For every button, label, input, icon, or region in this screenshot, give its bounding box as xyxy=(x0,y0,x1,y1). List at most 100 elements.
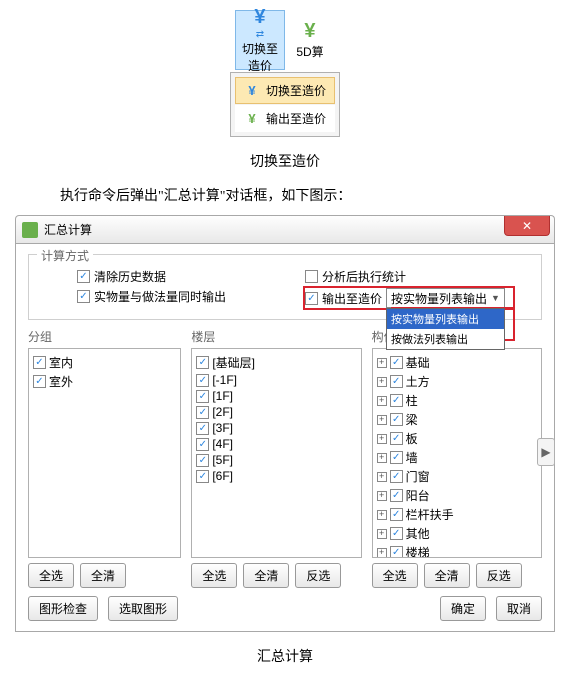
figure-caption: 汇总计算 xyxy=(0,646,570,666)
list-item[interactable]: + 栏杆扶手 xyxy=(377,505,537,524)
list-item[interactable]: [基础层] xyxy=(196,353,356,372)
item-label: [5F] xyxy=(212,453,233,467)
list-item[interactable]: +板 xyxy=(377,429,537,448)
item-checkbox[interactable] xyxy=(390,394,403,407)
item-checkbox[interactable] xyxy=(390,451,403,464)
list-item[interactable]: [6F] xyxy=(196,468,356,484)
item-checkbox[interactable] xyxy=(390,432,403,445)
group-list[interactable]: 室内室外 xyxy=(28,348,181,558)
close-button[interactable]: ✕ xyxy=(504,216,550,236)
next-page-arrow[interactable]: ▶ xyxy=(537,438,555,466)
invert-button[interactable]: 反选 xyxy=(295,563,341,588)
expand-icon[interactable]: + xyxy=(377,396,387,406)
item-checkbox[interactable] xyxy=(196,406,209,419)
select-all-button[interactable]: 全选 xyxy=(28,563,74,588)
select-all-button[interactable]: 全选 xyxy=(191,563,237,588)
list-item[interactable]: 室内 xyxy=(33,353,176,372)
group-legend: 计算方式 xyxy=(37,247,93,264)
dialog-titlebar[interactable]: 汇总计算 ✕ xyxy=(15,215,555,243)
component-list[interactable]: +基础+土方+柱+梁+板+墙+门窗+阳台+栏杆扶手+其他+楼梯+装饰 xyxy=(372,348,542,558)
floor-list[interactable]: [基础层][-1F][1F][2F][3F][4F] [5F] [6F] xyxy=(191,348,361,558)
item-label: 基础 xyxy=(406,354,430,371)
combo-value: 按实物量列表输出 xyxy=(391,290,487,307)
item-checkbox[interactable] xyxy=(390,413,403,426)
group-column-label: 分组 xyxy=(28,328,181,345)
item-checkbox[interactable] xyxy=(196,454,209,467)
item-checkbox[interactable] xyxy=(390,508,403,521)
list-item[interactable]: [2F] xyxy=(196,404,356,420)
summary-dialog: 汇总计算 ✕ 计算方式 清除历史数据 实物量与做法量同时输出 xyxy=(15,215,555,632)
expand-icon[interactable]: + xyxy=(377,548,387,558)
menu-export-to-cost[interactable]: ¥ 输出至造价 xyxy=(235,105,335,132)
item-checkbox[interactable] xyxy=(390,356,403,369)
graphics-check-button[interactable]: 图形检查 xyxy=(28,596,98,621)
expand-icon[interactable]: + xyxy=(377,491,387,501)
clear-all-button[interactable]: 全清 xyxy=(424,563,470,588)
expand-icon[interactable]: + xyxy=(377,415,387,425)
analyze-after-checkbox[interactable] xyxy=(305,270,318,283)
item-checkbox[interactable] xyxy=(196,438,209,451)
item-label: 栏杆扶手 xyxy=(406,506,454,523)
expand-icon[interactable]: + xyxy=(377,472,387,482)
expand-icon[interactable]: + xyxy=(377,510,387,520)
checkbox-label: 实物量与做法量同时输出 xyxy=(94,288,226,305)
list-item[interactable]: +楼梯 xyxy=(377,543,537,558)
expand-icon[interactable]: + xyxy=(377,453,387,463)
item-checkbox[interactable] xyxy=(196,422,209,435)
item-label: 室内 xyxy=(49,354,73,371)
output-mode-combo[interactable]: 按实物量列表输出 ▼ xyxy=(386,288,505,308)
item-checkbox[interactable] xyxy=(390,375,403,388)
expand-icon[interactable]: + xyxy=(377,377,387,387)
item-checkbox[interactable] xyxy=(33,356,46,369)
clear-all-button[interactable]: 全清 xyxy=(243,563,289,588)
cancel-button[interactable]: 取消 xyxy=(496,596,542,621)
item-checkbox[interactable] xyxy=(390,489,403,502)
list-item[interactable]: +土方 xyxy=(377,372,537,391)
list-item[interactable]: +阳台 xyxy=(377,486,537,505)
item-checkbox[interactable] xyxy=(33,375,46,388)
item-checkbox[interactable] xyxy=(196,470,209,483)
item-checkbox[interactable] xyxy=(196,356,209,369)
list-item[interactable]: +其他 xyxy=(377,524,537,543)
list-item[interactable]: [4F] xyxy=(196,436,356,452)
dialog-icon xyxy=(22,222,38,238)
five-d-label: 5D算 xyxy=(296,43,323,60)
list-item[interactable]: +梁 xyxy=(377,410,537,429)
floor-column-label: 楼层 xyxy=(191,328,361,345)
item-checkbox[interactable] xyxy=(196,374,209,387)
item-checkbox[interactable] xyxy=(196,390,209,403)
item-checkbox[interactable] xyxy=(390,470,403,483)
item-label: [6F] xyxy=(212,469,233,483)
ok-button[interactable]: 确定 xyxy=(440,596,486,621)
five-d-button[interactable]: ¥ 5D算 xyxy=(285,10,335,70)
expand-icon[interactable]: + xyxy=(377,529,387,539)
clear-all-button[interactable]: 全清 xyxy=(80,563,126,588)
switch-to-cost-button[interactable]: ¥ ⇄ 切换至造价 xyxy=(235,10,285,70)
item-label: [2F] xyxy=(212,405,233,419)
ribbon-toolbar: ¥ ⇄ 切换至造价 ¥ 5D算 ¥ 切换至造价 ¥ 输出至造价 xyxy=(0,10,570,137)
expand-icon[interactable]: + xyxy=(377,358,387,368)
list-item[interactable]: [3F] xyxy=(196,420,356,436)
list-item[interactable]: [5F] xyxy=(196,452,356,468)
list-item[interactable]: +柱 xyxy=(377,391,537,410)
export-to-cost-checkbox[interactable] xyxy=(305,292,318,305)
item-checkbox[interactable] xyxy=(390,546,403,558)
list-item[interactable]: +门窗 xyxy=(377,467,537,486)
list-item[interactable]: 室外 xyxy=(33,372,176,391)
select-graphics-button[interactable]: 选取图形 xyxy=(108,596,178,621)
select-all-button[interactable]: 全选 xyxy=(372,563,418,588)
item-label: 梁 xyxy=(406,411,418,428)
list-item[interactable]: + 基础 xyxy=(377,353,537,372)
output-both-checkbox[interactable] xyxy=(77,290,90,303)
list-item[interactable]: [-1F] xyxy=(196,372,356,388)
combo-option[interactable]: 按实物量列表输出 xyxy=(387,309,504,329)
clear-history-checkbox[interactable] xyxy=(77,270,90,283)
combo-option[interactable]: 按做法列表输出 xyxy=(387,329,504,349)
item-label: [4F] xyxy=(212,437,233,451)
expand-icon[interactable]: + xyxy=(377,434,387,444)
item-checkbox[interactable] xyxy=(390,527,403,540)
list-item[interactable]: +墙 xyxy=(377,448,537,467)
invert-button[interactable]: 反选 xyxy=(476,563,522,588)
list-item[interactable]: [1F] xyxy=(196,388,356,404)
menu-switch-to-cost[interactable]: ¥ 切换至造价 xyxy=(235,77,335,104)
